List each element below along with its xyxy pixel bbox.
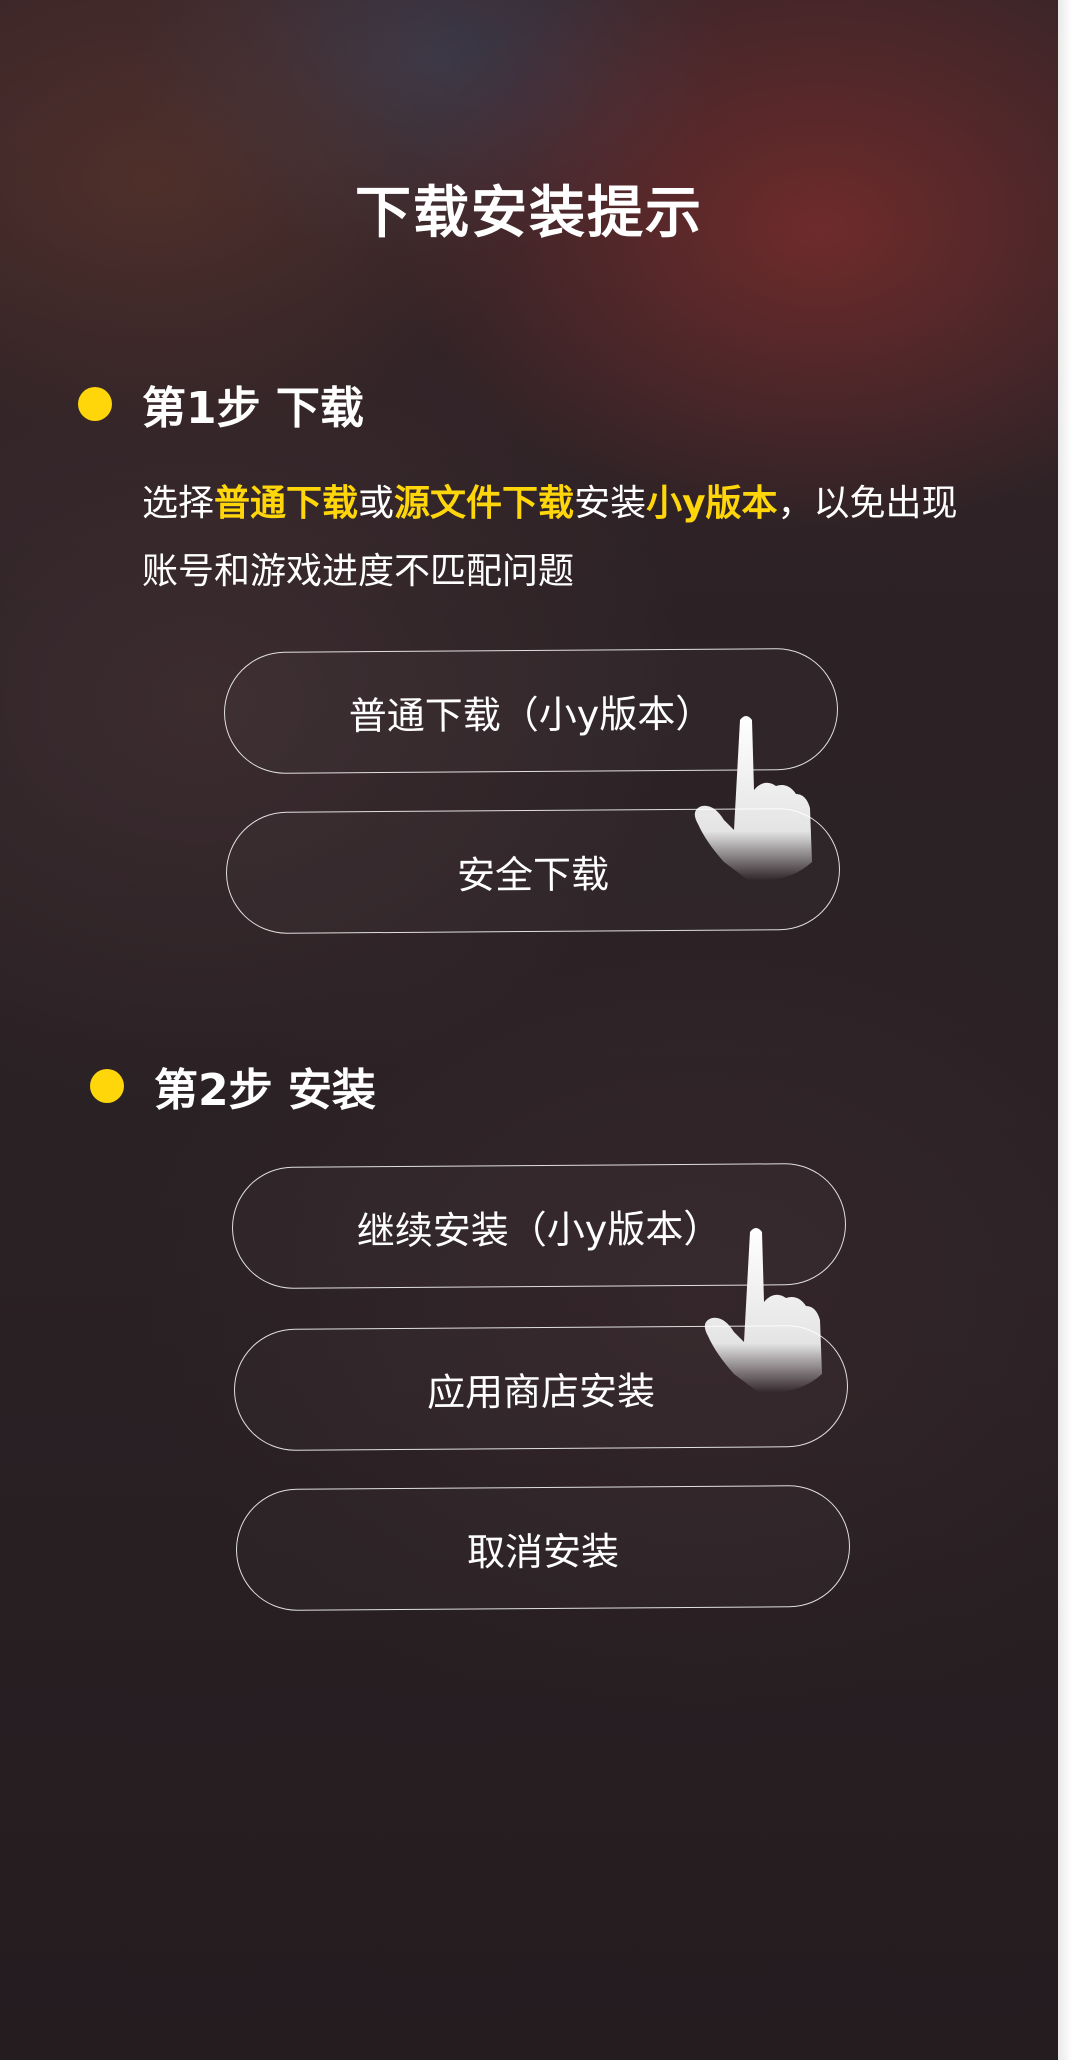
step2-heading: 第2步 安装 [154,1065,376,1116]
step1-heading: 第1步 下载 [142,383,364,434]
yellow-dot-icon [90,1069,124,1103]
desc-text-2: 或 [358,483,395,524]
desc-text-1: 选择 [142,483,215,524]
cancel-install-button[interactable]: 取消安装 [235,1484,851,1612]
page-title: 下载安装提示 [355,181,703,246]
step2-heading-row: 第2步 安装 [90,1054,376,1118]
store-install-label: 应用商店安装 [426,1368,656,1415]
continue-install-label: 继续安装（小y版本） [356,1206,722,1253]
safe-download-button[interactable]: 安全下载 [225,807,841,935]
safe-download-label: 安全下载 [456,851,610,898]
normal-download-label: 普通下载（小y版本） [348,691,714,738]
store-install-button[interactable]: 应用商店安装 [233,1324,849,1452]
right-edge-strip [1058,0,1072,2060]
desc-highlight-source-download: 源文件下载 [394,483,575,524]
step1-description: 选择普通下载或源文件下载安装小y版本，以免出现账号和游戏进度不匹配问题 [142,470,982,606]
desc-highlight-version: 小y版本 [646,483,778,524]
yellow-dot-icon [78,387,112,421]
cancel-install-label: 取消安装 [466,1528,620,1575]
download-install-dialog: 下载安装提示 第1步 下载 选择普通下载或源文件下载安装小y版本，以免出现账号和… [0,0,1072,2060]
desc-highlight-normal-download: 普通下载 [214,483,359,524]
step1-heading-row: 第1步 下载 [78,372,364,436]
desc-text-3: 安装 [574,483,647,524]
